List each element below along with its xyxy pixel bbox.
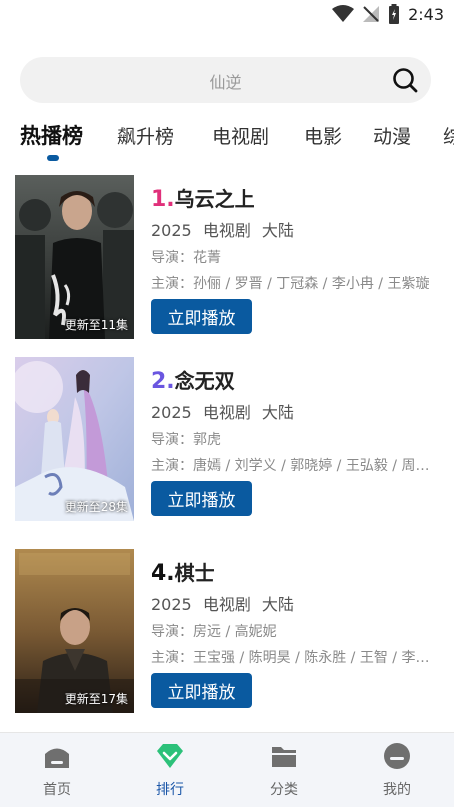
poster-image[interactable]: 更新至28集 bbox=[15, 357, 134, 521]
status-time: 2:43 bbox=[408, 4, 444, 24]
battery-icon bbox=[389, 4, 400, 24]
nav-home[interactable]: 首页 bbox=[17, 741, 97, 799]
item-type: 电视剧 bbox=[202, 403, 251, 422]
item-region: 大陆 bbox=[261, 595, 294, 614]
search-placeholder: 仙逆 bbox=[209, 73, 242, 92]
item-director: 导演：郭虎 bbox=[151, 432, 221, 448]
item-meta: 2025 电视剧 大陆 bbox=[151, 591, 300, 615]
item-director: 导演：房远 / 高妮妮 bbox=[151, 624, 277, 640]
no-signal-icon bbox=[363, 6, 380, 22]
item-region: 大陆 bbox=[261, 403, 294, 422]
item-title-row[interactable]: 2.念无双 bbox=[151, 365, 235, 394]
search-icon[interactable] bbox=[392, 67, 418, 93]
nav-profile-label: 我的 bbox=[383, 782, 411, 798]
ranking-icon bbox=[157, 744, 183, 768]
item-type: 电视剧 bbox=[202, 221, 251, 240]
poster-image[interactable]: 更新至17集 bbox=[15, 549, 134, 713]
item-year: 2025 bbox=[151, 221, 192, 240]
play-now-button[interactable]: 立即播放 bbox=[151, 673, 252, 708]
nav-category-label: 分类 bbox=[270, 782, 298, 798]
item-meta: 2025 电视剧 大陆 bbox=[151, 399, 300, 423]
item-cast: 主演：王宝强 / 陈明昊 / 陈永胜 / 王智 / 李乃文 bbox=[151, 650, 441, 666]
bottom-navigation: 首页 排行 分类 我的 bbox=[0, 732, 454, 807]
item-region: 大陆 bbox=[261, 221, 294, 240]
item-year: 2025 bbox=[151, 595, 192, 614]
nav-profile[interactable]: 我的 bbox=[357, 741, 437, 799]
nav-ranking[interactable]: 排行 bbox=[130, 741, 210, 799]
active-tab-indicator bbox=[47, 155, 59, 161]
tab-variety[interactable]: 综 bbox=[443, 122, 454, 149]
item-title: 棋士 bbox=[174, 561, 215, 585]
item-title-row[interactable]: 1.乌云之上 bbox=[151, 183, 255, 212]
episode-badge: 更新至28集 bbox=[64, 500, 128, 514]
nav-category[interactable]: 分类 bbox=[244, 741, 324, 799]
item-type: 电视剧 bbox=[202, 595, 251, 614]
play-now-button[interactable]: 立即播放 bbox=[151, 481, 252, 516]
play-now-button[interactable]: 立即播放 bbox=[151, 299, 252, 334]
status-bar: 2:43 bbox=[0, 0, 454, 32]
category-tabs: 热播榜 飙升榜 电视剧 电影 动漫 综 bbox=[0, 116, 454, 168]
item-cast: 主演：孙俪 / 罗晋 / 丁冠森 / 李小冉 / 王紫璇 bbox=[151, 276, 430, 292]
list-item[interactable]: 更新至17集 4.棋士 2025 电视剧 大陆 导演：房远 / 高妮妮 主演：王… bbox=[0, 549, 454, 717]
episode-badge: 更新至17集 bbox=[64, 692, 128, 706]
item-year: 2025 bbox=[151, 403, 192, 422]
search-bar[interactable]: 仙逆 bbox=[20, 57, 431, 103]
rank-number: 4. bbox=[151, 561, 175, 586]
item-title: 乌云之上 bbox=[174, 187, 255, 211]
rank-number: 2. bbox=[151, 369, 175, 394]
item-title-row[interactable]: 4.棋士 bbox=[151, 557, 215, 586]
item-director: 导演：花菁 bbox=[151, 250, 221, 266]
tab-hot[interactable]: 热播榜 bbox=[20, 120, 83, 150]
nav-ranking-label: 排行 bbox=[156, 782, 184, 798]
item-cast: 主演：唐嫣 / 刘学义 / 郭晓婷 / 王弘毅 / 周峻纬 bbox=[151, 458, 441, 474]
item-title: 念无双 bbox=[174, 369, 235, 393]
folder-icon bbox=[272, 747, 296, 767]
wifi-icon bbox=[332, 5, 355, 22]
tab-rising[interactable]: 飙升榜 bbox=[117, 122, 174, 149]
home-icon bbox=[45, 748, 69, 768]
list-item[interactable]: 更新至28集 2.念无双 2025 电视剧 大陆 导演：郭虎 主演：唐嫣 / 刘… bbox=[0, 357, 454, 525]
profile-icon bbox=[384, 743, 410, 769]
tab-anime[interactable]: 动漫 bbox=[373, 122, 411, 149]
rank-number: 1. bbox=[151, 187, 175, 212]
poster-image[interactable]: 更新至11集 bbox=[15, 175, 134, 339]
nav-home-label: 首页 bbox=[43, 782, 71, 798]
tab-movie[interactable]: 电影 bbox=[304, 122, 342, 149]
list-item[interactable]: 更新至11集 1.乌云之上 2025 电视剧 大陆 导演：花菁 主演：孙俪 / … bbox=[0, 175, 454, 343]
item-meta: 2025 电视剧 大陆 bbox=[151, 217, 300, 241]
tab-tv[interactable]: 电视剧 bbox=[212, 122, 269, 149]
episode-badge: 更新至11集 bbox=[64, 318, 128, 332]
